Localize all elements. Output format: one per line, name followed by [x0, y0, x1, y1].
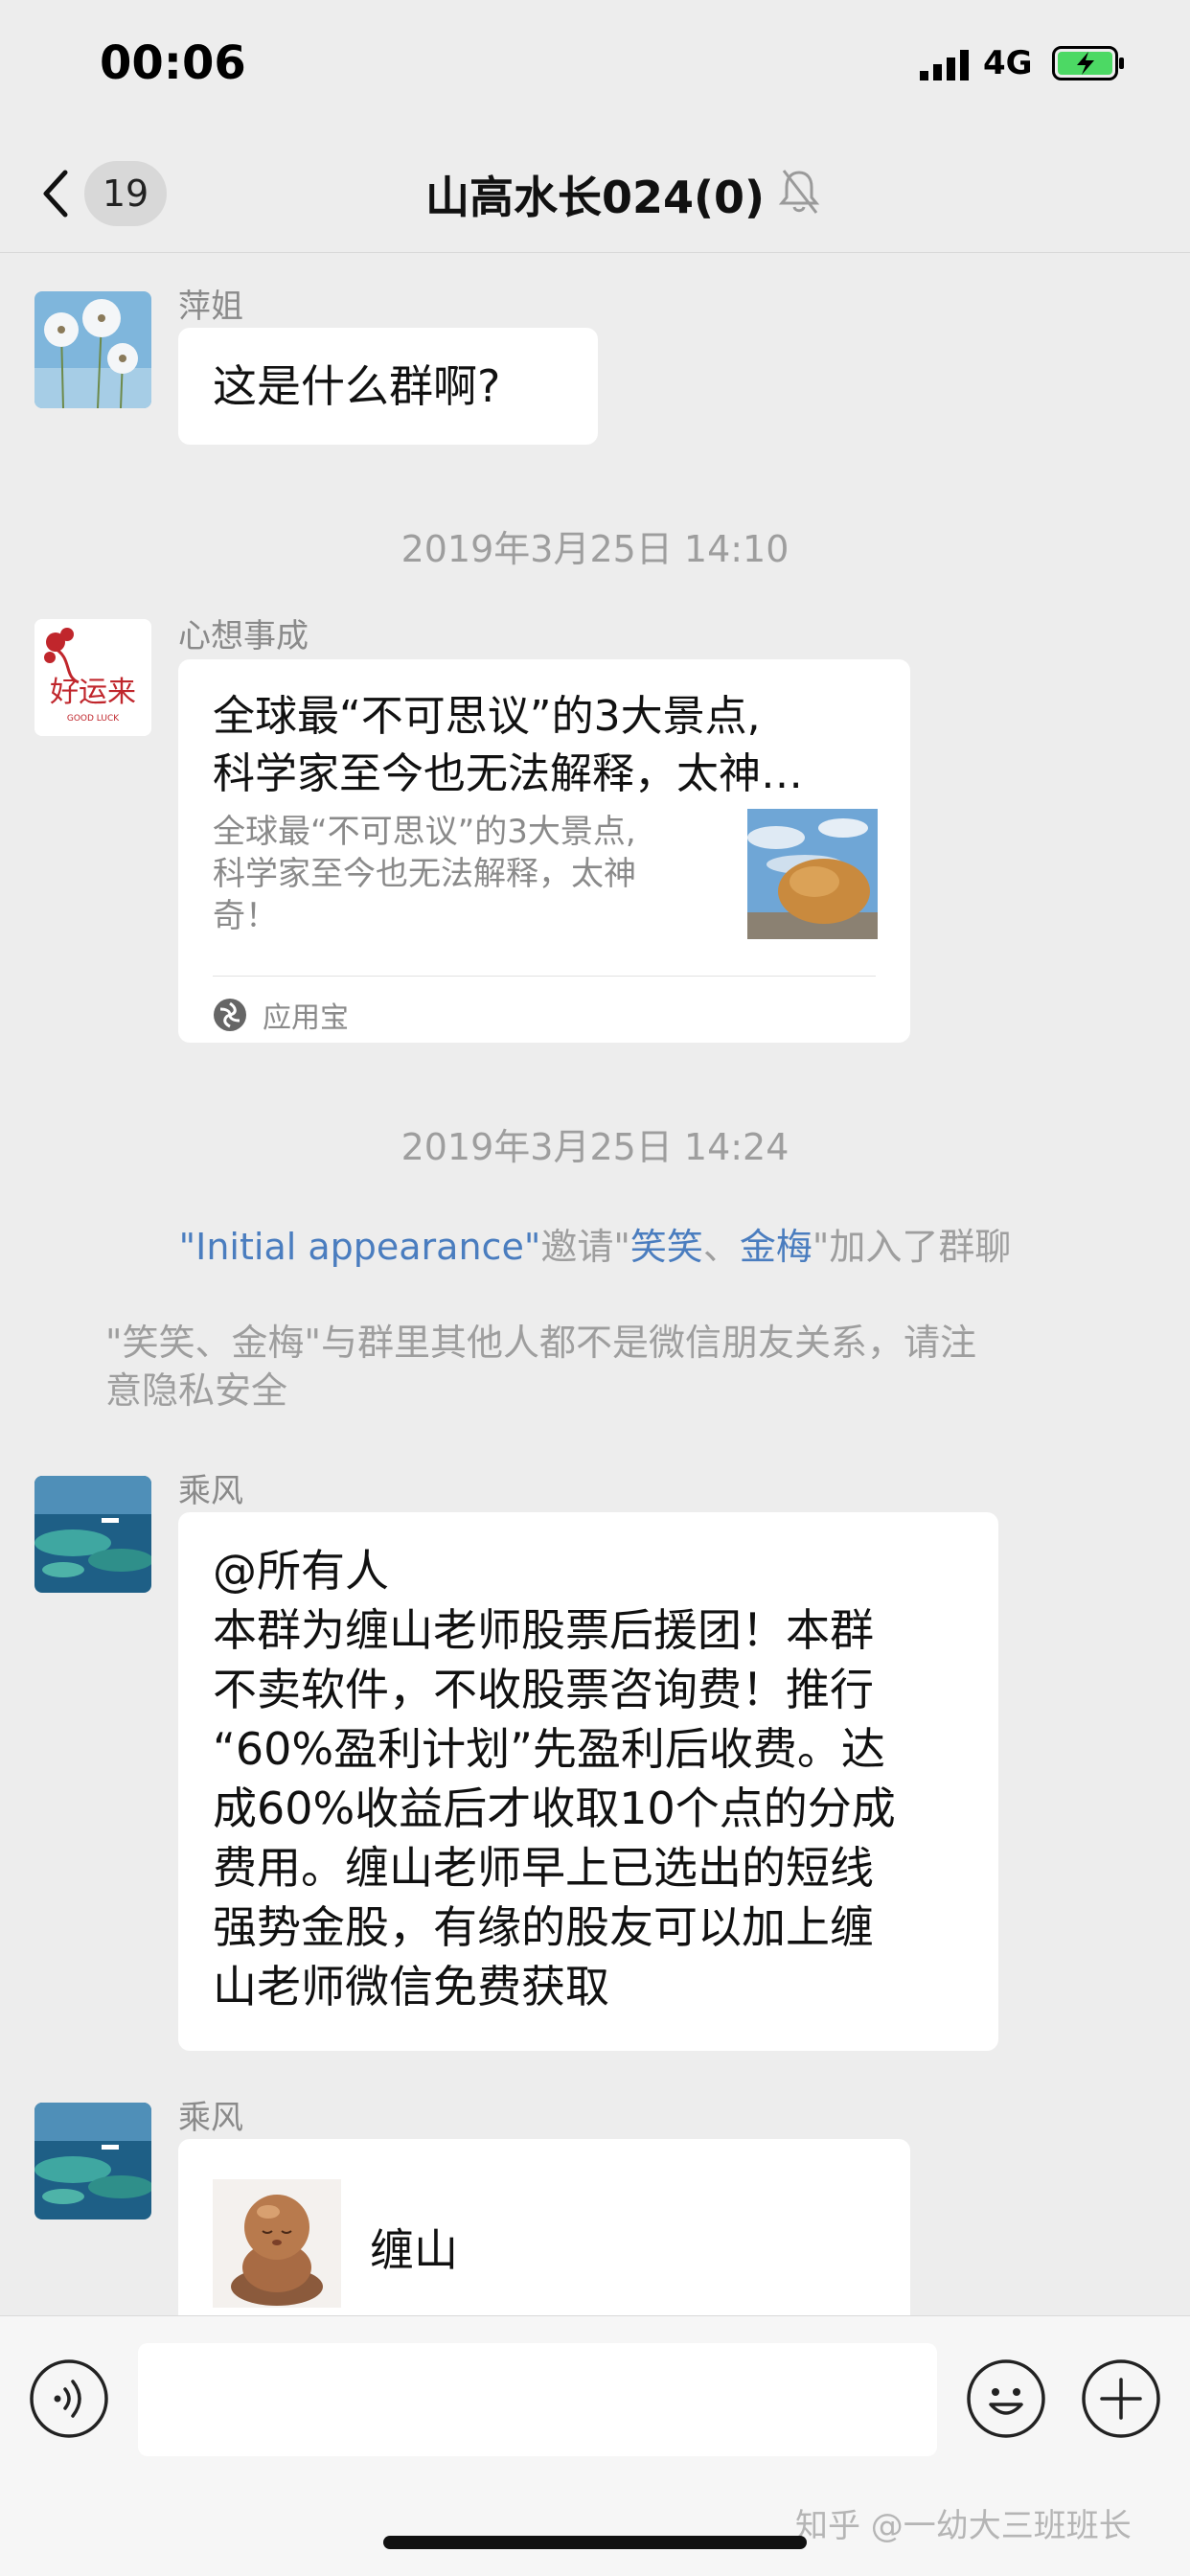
- avatar[interactable]: [34, 291, 151, 408]
- message-line: @所有人: [213, 1545, 389, 1597]
- rock-landscape-image: [747, 809, 878, 939]
- app-store-icon: [214, 999, 246, 1031]
- article-description: 全球最“不可思议”的3大景点, 科学家至今也无法解释，太神 奇！: [213, 811, 692, 937]
- invitee-link[interactable]: 笑笑: [630, 1226, 703, 1268]
- network-type: 4G: [983, 44, 1033, 82]
- article-description-line: 全球最“不可思议”的3大景点,: [213, 813, 636, 851]
- avatar-logo-text: 好运来: [50, 676, 136, 709]
- avatar-logo-subtext: GOOD LUCK: [67, 714, 120, 724]
- joined-text: "加入了群聊: [812, 1226, 1012, 1268]
- cellular-signal-icon: [920, 50, 969, 80]
- good-luck-avatar-image: 好运来 GOOD LUCK: [34, 619, 151, 736]
- article-card[interactable]: 全球最“不可思议”的3大景点, 科学家至今也无法解释，太神… 全球最“不可思议”…: [178, 659, 910, 1043]
- article-description-line: 奇！: [213, 897, 278, 935]
- invite-text: 邀请": [540, 1226, 630, 1268]
- message-bubble[interactable]: 这是什么群啊?: [178, 328, 598, 445]
- sender-name: 乘风: [178, 2099, 243, 2137]
- article-source: 应用宝: [213, 991, 349, 1039]
- message-line: 不卖软件，不收股票咨询费！推行: [213, 1664, 874, 1715]
- status-bar: 00:06 4G: [0, 0, 1190, 134]
- watermark: 知乎 @一幼大三班班长: [795, 2507, 1132, 2545]
- separator-text: 、: [702, 1226, 740, 1268]
- avatar[interactable]: 好运来 GOOD LUCK: [34, 619, 151, 736]
- sender-name: 心想事成: [178, 617, 309, 656]
- home-indicator[interactable]: [383, 2536, 807, 2549]
- timestamp: 2019年3月25日 14:10: [400, 528, 790, 570]
- contact-name: 缠山: [370, 2224, 458, 2276]
- message-line: “60%盈利计划”先盈利后收费。达: [213, 1723, 885, 1775]
- article-source-name: 应用宝: [263, 1001, 349, 1035]
- contact-card[interactable]: 缠山: [178, 2139, 910, 2315]
- message-text: @所有人 本群为缠山老师股票后援团！本群 不卖软件，不收股票咨询费！推行 “60…: [213, 1541, 896, 2016]
- monk-figurine-avatar-image: [213, 2179, 341, 2308]
- article-title-line: 科学家至今也无法解释，太神…: [213, 749, 803, 798]
- message-line: 成60%收益后才收取10个点的分成: [213, 1782, 896, 1834]
- message-line: 强势金股，有缘的股友可以加上缠: [213, 1901, 874, 1953]
- message-input[interactable]: [138, 2343, 937, 2456]
- dandelion-avatar-image: [34, 291, 151, 408]
- article-thumbnail: [747, 809, 878, 939]
- avatar[interactable]: [34, 2103, 151, 2220]
- avatar[interactable]: [34, 1476, 151, 1593]
- article-title-line: 全球最“不可思议”的3大景点,: [213, 692, 761, 741]
- plus-icon[interactable]: [1081, 2358, 1161, 2439]
- invitee-link[interactable]: 金梅: [740, 1226, 812, 1268]
- chat-title: 山高水长024(0): [424, 172, 766, 223]
- message-line: 山老师微信免费获取: [213, 1961, 609, 2012]
- message-bubble[interactable]: @所有人 本群为缠山老师股票后援团！本群 不卖软件，不收股票咨询费！推行 “60…: [178, 1512, 998, 2051]
- notice-line: "笑笑、金梅"与群里其他人都不是微信朋友关系，请注: [105, 1322, 976, 1364]
- ocean-island-avatar-image: [34, 2103, 151, 2220]
- emoji-icon[interactable]: [966, 2358, 1046, 2439]
- article-description-line: 科学家至今也无法解释，太神: [213, 855, 636, 893]
- status-time: 00:06: [100, 36, 246, 90]
- muted-bell-icon: [778, 170, 820, 214]
- article-title: 全球最“不可思议”的3大景点, 科学家至今也无法解释，太神…: [213, 688, 883, 803]
- sender-name: 乘风: [178, 1472, 243, 1510]
- system-invite-message: "Initial appearance"邀请"笑笑、金梅"加入了群聊: [0, 1217, 1190, 1270]
- timestamp: 2019年3月25日 14:24: [400, 1126, 790, 1168]
- battery-charging-icon: [1052, 46, 1124, 80]
- card-divider: [213, 976, 876, 977]
- message-text: 这是什么群啊?: [213, 360, 501, 412]
- notice-line: 意隐私安全: [105, 1369, 288, 1412]
- message-line: 本群为缠山老师股票后援团！本群: [213, 1604, 874, 1656]
- ocean-island-avatar-image: [34, 1476, 151, 1593]
- chat-header: 19 山高水长024(0): [0, 134, 1190, 253]
- inviter-link[interactable]: "Initial appearance": [179, 1226, 541, 1268]
- message-line: 费用。缠山老师早上已选出的短线: [213, 1842, 874, 1894]
- privacy-notice: "笑笑、金梅"与群里其他人都不是微信朋友关系，请注 意隐私安全: [105, 1319, 1092, 1414]
- voice-input-icon[interactable]: [29, 2358, 109, 2439]
- sender-name: 萍姐: [178, 288, 243, 326]
